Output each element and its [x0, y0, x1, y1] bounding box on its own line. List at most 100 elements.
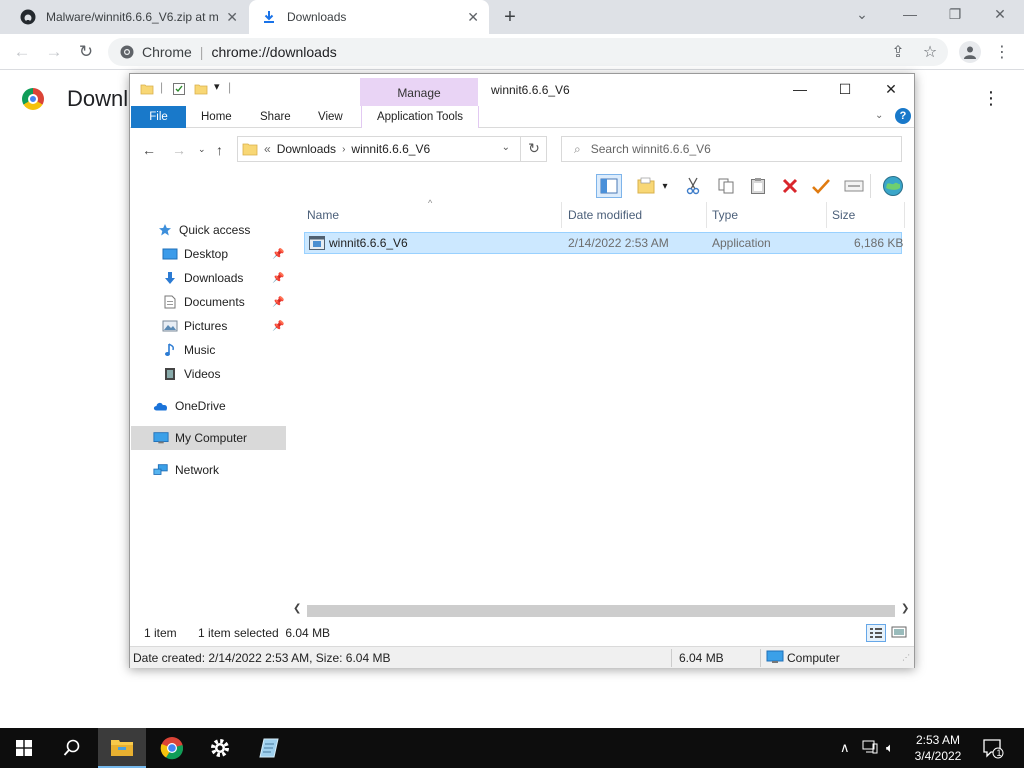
windows-start-icon[interactable]: [0, 728, 48, 768]
pin-icon[interactable]: 📌: [272, 297, 284, 308]
refresh-icon[interactable]: ↻: [520, 136, 547, 162]
nav-label: Desktop: [184, 247, 229, 261]
manage-tab-group[interactable]: Manage: [360, 78, 478, 106]
preview-pane-icon[interactable]: [596, 174, 622, 198]
up-arrow-icon[interactable]: ↑: [216, 142, 223, 158]
downloads-menu-icon[interactable]: ⋮: [982, 88, 1000, 109]
search-input[interactable]: ⌕ Search winnit6.6.6_V6: [561, 136, 902, 162]
folder-options-dropdown-icon[interactable]: ▾: [658, 174, 672, 198]
properties-check-icon[interactable]: [172, 82, 186, 99]
close-window-icon[interactable]: ✕: [990, 6, 1010, 23]
ribbon-tab-application-tools[interactable]: Application Tools: [361, 106, 479, 128]
minimize-icon[interactable]: —: [900, 6, 920, 22]
profile-avatar-icon[interactable]: [959, 41, 981, 63]
horizontal-scrollbar[interactable]: ❮ ❯: [293, 603, 913, 619]
back-button[interactable]: ←: [11, 41, 33, 63]
close-tab-icon[interactable]: ✕: [226, 9, 238, 26]
nav-item-music[interactable]: Music: [130, 338, 290, 362]
breadcrumb-downloads[interactable]: Downloads: [277, 142, 336, 156]
properties-icon[interactable]: [841, 174, 867, 198]
breadcrumb-overflow[interactable]: «: [264, 142, 271, 156]
ribbon-expand-chevron-icon[interactable]: ⌄: [875, 110, 883, 121]
resize-grip-icon[interactable]: ⋰: [902, 653, 910, 662]
delete-x-icon[interactable]: [777, 174, 803, 198]
nav-item-pictures[interactable]: Pictures 📌: [130, 314, 290, 338]
nav-item-downloads[interactable]: Downloads 📌: [130, 266, 290, 290]
address-dropdown-icon[interactable]: ⌄: [502, 142, 510, 153]
tab-search-chevron-icon[interactable]: ⌄: [852, 6, 872, 23]
notepad-taskbar-icon[interactable]: [245, 728, 293, 768]
breadcrumb-current[interactable]: winnit6.6.6_V6: [351, 142, 430, 156]
omnibox[interactable]: Chrome | chrome://downloads: [108, 38, 948, 66]
copy-icon[interactable]: [713, 174, 739, 198]
new-folder-icon[interactable]: [194, 82, 208, 99]
desktop-icon: [162, 246, 178, 262]
column-divider[interactable]: [904, 202, 905, 228]
column-header-size[interactable]: Size: [832, 208, 855, 222]
system-clock[interactable]: 2:53 AM 3/4/2022: [908, 732, 968, 764]
details-view-icon[interactable]: [866, 624, 886, 642]
pin-icon[interactable]: 📌: [272, 249, 284, 260]
reload-button[interactable]: ↻: [75, 41, 97, 63]
breadcrumb-separator-icon[interactable]: ›: [342, 144, 345, 155]
chrome-taskbar-icon[interactable]: [148, 728, 196, 768]
folder-options-icon[interactable]: [634, 174, 660, 198]
scroll-right-icon[interactable]: ❯: [901, 603, 909, 614]
large-icons-view-icon[interactable]: [890, 624, 910, 642]
ribbon-tab-file[interactable]: File: [131, 106, 186, 128]
tab-downloads[interactable]: Downloads ✕: [249, 0, 489, 34]
scroll-left-icon[interactable]: ❮: [293, 603, 301, 614]
nav-item-quick-access[interactable]: Quick access: [130, 218, 290, 242]
scrollbar-thumb[interactable]: [307, 605, 895, 617]
close-window-icon[interactable]: ✕: [881, 81, 901, 98]
search-icon[interactable]: [48, 728, 96, 768]
tab-github-malware[interactable]: Malware/winnit6.6.6_V6.zip at m ✕: [8, 0, 248, 34]
folder-icon: [140, 82, 154, 99]
nav-item-videos[interactable]: Videos: [130, 362, 290, 386]
new-tab-button[interactable]: +: [500, 6, 520, 29]
bookmark-star-icon[interactable]: ☆: [920, 42, 940, 62]
pin-icon[interactable]: 📌: [272, 321, 284, 332]
column-divider[interactable]: [826, 202, 827, 228]
ribbon-tab-view[interactable]: View: [306, 106, 355, 128]
rename-check-icon[interactable]: [808, 174, 834, 198]
download-arrow-icon: [162, 270, 178, 286]
file-explorer-taskbar-icon[interactable]: [98, 728, 146, 768]
settings-gear-icon[interactable]: [196, 728, 244, 768]
address-bar[interactable]: « Downloads › winnit6.6.6_V6 ⌄ ↻: [237, 136, 547, 162]
paste-clipboard-icon[interactable]: [745, 174, 771, 198]
nav-item-desktop[interactable]: Desktop 📌: [130, 242, 290, 266]
column-header-name[interactable]: Name: [307, 208, 339, 222]
nav-item-my-computer[interactable]: My Computer: [131, 426, 286, 450]
show-hidden-icons-chevron-icon[interactable]: ∧: [840, 740, 850, 756]
column-header-date-modified[interactable]: Date modified: [568, 208, 642, 222]
maximize-icon[interactable]: ☐: [835, 81, 855, 98]
recent-locations-chevron-icon[interactable]: ⌄: [198, 144, 206, 155]
explorer-toolbar: ▾: [130, 170, 914, 202]
forward-arrow-icon[interactable]: →: [172, 142, 186, 158]
minimize-icon[interactable]: —: [790, 81, 810, 97]
nav-item-network[interactable]: Network: [130, 458, 290, 482]
cut-scissors-icon[interactable]: [680, 174, 706, 198]
column-divider[interactable]: [561, 202, 562, 228]
nav-item-onedrive[interactable]: OneDrive: [130, 394, 290, 418]
explorer-titlebar: | ▾ | Manage winnit6.6.6_V6 — ☐ ✕: [130, 74, 914, 106]
help-icon[interactable]: ?: [895, 108, 911, 124]
network-tray-icon[interactable]: [862, 740, 878, 757]
forward-button[interactable]: →: [43, 41, 65, 63]
back-arrow-icon[interactable]: ←: [142, 142, 156, 158]
volume-icon[interactable]: 🔈︎: [886, 740, 894, 756]
globe-icon[interactable]: [880, 174, 906, 198]
chrome-menu-icon[interactable]: ⋮: [992, 42, 1012, 62]
pin-icon[interactable]: 📌: [272, 273, 284, 284]
share-icon[interactable]: ⇪: [888, 42, 908, 62]
close-tab-icon[interactable]: ✕: [467, 9, 479, 26]
column-divider[interactable]: [706, 202, 707, 228]
nav-item-documents[interactable]: Documents 📌: [130, 290, 290, 314]
restore-icon[interactable]: ❐: [945, 6, 965, 23]
column-header-type[interactable]: Type: [712, 208, 738, 222]
ribbon-tab-home[interactable]: Home: [189, 106, 244, 128]
file-row-selected[interactable]: winnit6.6.6_V6 2/14/2022 2:53 AM Applica…: [304, 232, 903, 254]
ribbon-tab-share[interactable]: Share: [248, 106, 303, 128]
customize-qa-chevron-icon[interactable]: ▾: [214, 80, 220, 93]
